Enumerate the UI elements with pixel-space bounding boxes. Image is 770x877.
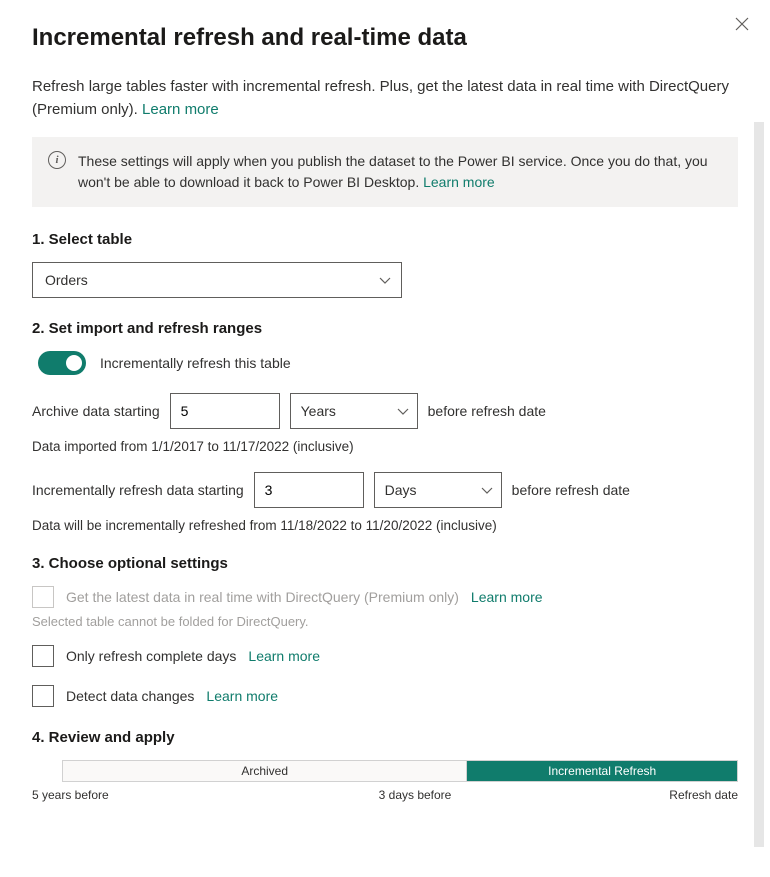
directquery-label: Get the latest data in real time with Di…: [66, 589, 459, 605]
close-button[interactable]: [732, 14, 752, 34]
complete-days-learn-more-link[interactable]: Learn more: [248, 648, 320, 664]
info-message: These settings will apply when you publi…: [78, 153, 708, 190]
timeline-label-right: Refresh date: [669, 788, 738, 802]
timeline-label-left: 5 years before: [32, 788, 109, 802]
incr-value-input[interactable]: [254, 472, 364, 508]
scrollbar[interactable]: [754, 122, 764, 847]
incr-hint: Data will be incrementally refreshed fro…: [32, 518, 738, 533]
learn-more-link[interactable]: Learn more: [142, 101, 219, 118]
timeline-bar-archived: Archived: [63, 761, 467, 781]
incr-suffix-label: before refresh date: [512, 482, 630, 498]
section-3-heading: 3. Choose optional settings: [32, 555, 738, 572]
incr-prefix-label: Incrementally refresh data starting: [32, 482, 244, 498]
archive-hint: Data imported from 1/1/2017 to 11/17/202…: [32, 439, 738, 454]
section-review: 4. Review and apply Archived Incremental…: [32, 729, 738, 802]
detect-changes-label: Detect data changes: [66, 688, 194, 704]
archive-unit-value: Years: [301, 403, 336, 419]
section-1-heading: 1. Select table: [32, 231, 738, 248]
section-optional: 3. Choose optional settings Get the late…: [32, 555, 738, 707]
dialog-description: Refresh large tables faster with increme…: [32, 76, 738, 121]
section-4-heading: 4. Review and apply: [32, 729, 738, 746]
incr-unit-select[interactable]: Days: [374, 472, 502, 508]
info-icon: i: [48, 151, 66, 169]
directquery-learn-more-link[interactable]: Learn more: [471, 589, 543, 605]
archive-suffix-label: before refresh date: [428, 403, 546, 419]
archive-unit-select[interactable]: Years: [290, 393, 418, 429]
dialog-title: Incremental refresh and real-time data: [32, 24, 738, 52]
complete-days-checkbox[interactable]: [32, 645, 54, 667]
section-select-table: 1. Select table Orders: [32, 231, 738, 298]
directquery-hint: Selected table cannot be folded for Dire…: [32, 614, 738, 629]
archive-value-input[interactable]: [170, 393, 280, 429]
info-learn-more-link[interactable]: Learn more: [423, 174, 495, 190]
complete-days-label: Only refresh complete days: [66, 648, 236, 664]
archive-prefix-label: Archive data starting: [32, 403, 160, 419]
chevron-down-icon: [481, 482, 493, 498]
section-2-heading: 2. Set import and refresh ranges: [32, 320, 738, 337]
detect-changes-learn-more-link[interactable]: Learn more: [206, 688, 278, 704]
timeline-label-mid: 3 days before: [379, 788, 452, 802]
description-text: Refresh large tables faster with increme…: [32, 78, 729, 118]
chevron-down-icon: [379, 272, 391, 288]
toggle-label: Incrementally refresh this table: [100, 355, 291, 371]
incremental-refresh-toggle[interactable]: [38, 351, 86, 375]
detect-changes-checkbox[interactable]: [32, 685, 54, 707]
incr-unit-value: Days: [385, 482, 417, 498]
chevron-down-icon: [397, 403, 409, 419]
table-select-value: Orders: [45, 272, 88, 288]
section-ranges: 2. Set import and refresh ranges Increme…: [32, 320, 738, 533]
timeline: Archived Incremental Refresh 5 years bef…: [32, 760, 738, 802]
table-select[interactable]: Orders: [32, 262, 402, 298]
info-banner: i These settings will apply when you pub…: [32, 137, 738, 207]
close-icon: [735, 17, 749, 31]
info-text: These settings will apply when you publi…: [78, 151, 722, 193]
timeline-bar-incremental: Incremental Refresh: [467, 761, 737, 781]
directquery-checkbox: [32, 586, 54, 608]
